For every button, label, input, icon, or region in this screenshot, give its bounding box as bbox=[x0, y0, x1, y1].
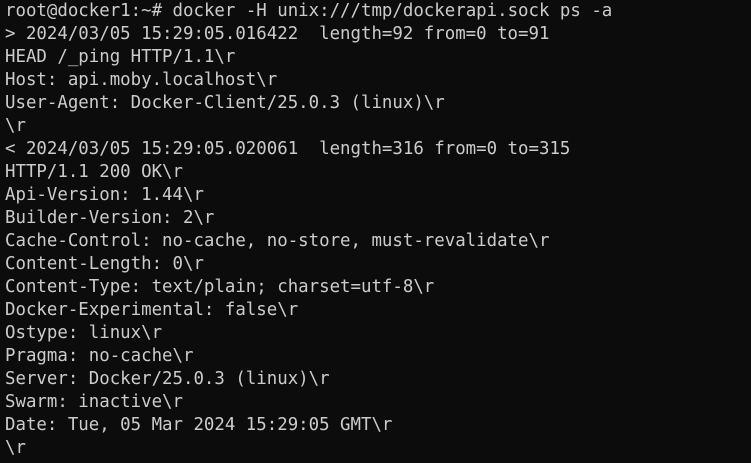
output-line: Docker-Experimental: false\r bbox=[5, 300, 299, 320]
output-line: User-Agent: Docker-Client/25.0.3 (linux)… bbox=[5, 93, 445, 113]
output-line: Server: Docker/25.0.3 (linux)\r bbox=[5, 369, 330, 389]
output-line: < 2024/03/05 15:29:05.020061 length=316 … bbox=[5, 139, 571, 159]
output-line: Content-Length: 0\r bbox=[5, 254, 204, 274]
output-line: Content-Type: text/plain; charset=utf-8\… bbox=[5, 277, 435, 297]
output-line: HEAD /_ping HTTP/1.1\r bbox=[5, 47, 236, 67]
output-line: Swarm: inactive\r bbox=[5, 392, 183, 412]
output-line: Builder-Version: 2\r bbox=[5, 208, 215, 228]
output-line: Date: Tue, 05 Mar 2024 15:29:05 GMT\r bbox=[5, 415, 393, 435]
output-line: > 2024/03/05 15:29:05.016422 length=92 f… bbox=[5, 24, 550, 44]
terminal-window[interactable]: root@docker1:~# docker -H unix:///tmp/do… bbox=[0, 0, 751, 463]
output-line: Cache-Control: no-cache, no-store, must-… bbox=[5, 231, 550, 251]
shell-prompt: root@docker1:~# bbox=[5, 1, 173, 21]
output-line: \r bbox=[5, 438, 26, 458]
command-text: docker -H unix:///tmp/dockerapi.sock ps … bbox=[172, 1, 613, 21]
output-line: HTTP/1.1 200 OK\r bbox=[5, 162, 183, 182]
command-line: root@docker1:~# docker -H unix:///tmp/do… bbox=[5, 0, 751, 23]
output-line: Api-Version: 1.44\r bbox=[5, 185, 204, 205]
output-line: Ostype: linux\r bbox=[5, 323, 163, 343]
output-line: \r bbox=[5, 116, 26, 136]
terminal-output: > 2024/03/05 15:29:05.016422 length=92 f… bbox=[5, 23, 751, 460]
output-line: Host: api.moby.localhost\r bbox=[5, 70, 278, 90]
output-line: Pragma: no-cache\r bbox=[5, 346, 194, 366]
